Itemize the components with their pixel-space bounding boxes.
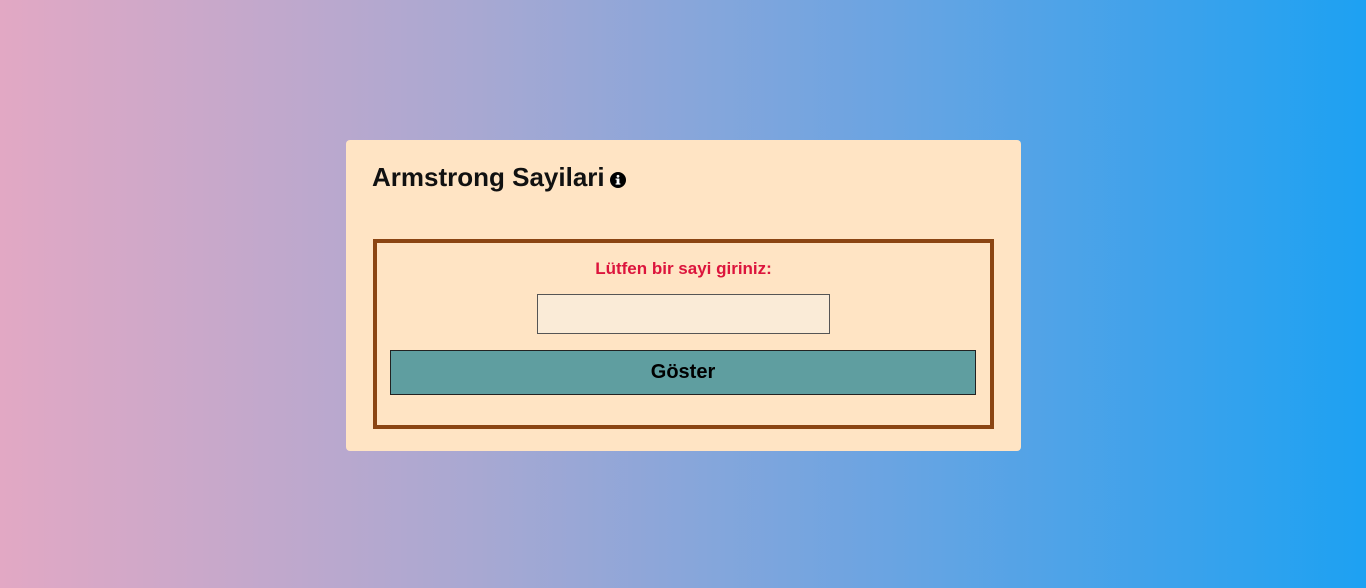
show-button[interactable]: Göster bbox=[390, 350, 976, 395]
number-form: Lütfen bir sayi giriniz: Göster bbox=[373, 239, 994, 429]
number-input[interactable] bbox=[537, 294, 830, 334]
prompt-label: Lütfen bir sayi giriniz: bbox=[595, 259, 772, 278]
armstrong-card: Armstrong Sayilari Lütfen bir sayi girin… bbox=[346, 140, 1021, 451]
info-icon[interactable] bbox=[609, 172, 626, 188]
title-row: Armstrong Sayilari bbox=[372, 162, 626, 192]
page-title: Armstrong Sayilari bbox=[372, 162, 605, 192]
